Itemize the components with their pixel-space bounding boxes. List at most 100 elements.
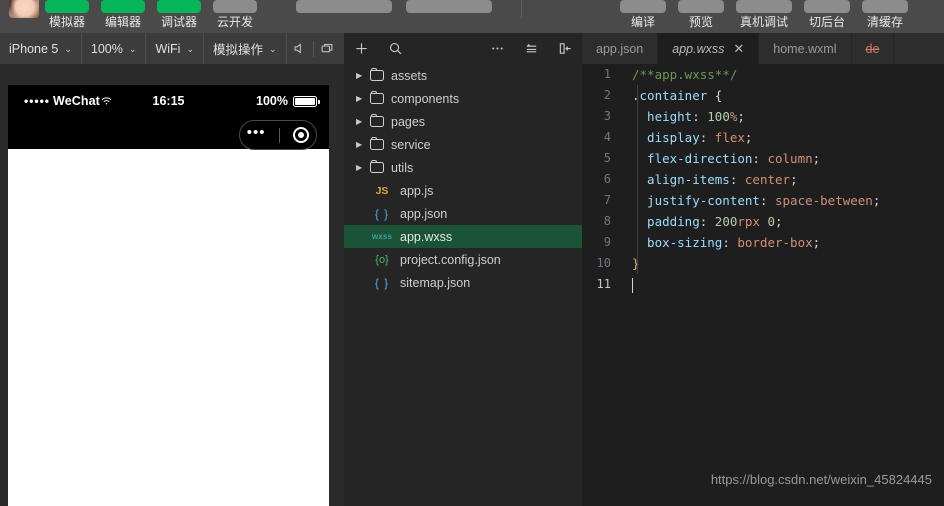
editor-tabbar: app.json app.wxss ✕ home.wxml de [582,33,944,64]
search-icon[interactable] [378,33,412,64]
tree-folder-label: pages [391,114,426,129]
tree-folder-pages[interactable]: ▶ pages [344,110,582,133]
chevron-right-icon[interactable]: ▶ [356,117,370,126]
code-token: 100 [707,109,730,124]
toolbar-button-清缓存[interactable]: 清缓存 [856,0,914,29]
phone-page-content [8,149,329,506]
tree-file-project.config.json[interactable]: {o} project.config.json [344,248,582,271]
outline-icon[interactable] [514,33,548,64]
toolbar-button-label: 模拟器 [48,15,85,29]
chevron-right-icon[interactable]: ▶ [356,163,370,172]
chevron-down-icon: ⌄ [128,44,137,54]
code-token: /**app.wxss**/ [632,67,738,82]
code-token: rpx [737,214,760,229]
simulate-action-value: 模拟操作 [212,43,263,57]
simulator-stage: ••••• WeChat 16:15 100% ••• [0,64,344,506]
toolbar-separator [521,0,522,18]
chevron-down-icon: ⌄ [269,44,277,54]
code-token: : [729,172,745,187]
editor-tab-app.json[interactable]: app.json [582,33,659,64]
code-token: 0 [767,214,776,229]
zoom-select[interactable]: 100% ⌄ [82,33,147,64]
tree-file-app.js[interactable]: JS app.js [344,179,582,202]
toolbar-button-chip [620,0,666,13]
code-token: center [744,172,791,187]
capsule-menu-button[interactable]: ••• [239,120,317,150]
toolbar-button-编译[interactable]: 编译 [614,0,672,29]
add-file-icon[interactable] [344,33,378,64]
toolbar-button-label: 切后台 [808,15,845,29]
toolbar-button-切后台[interactable]: 切后台 [798,0,856,29]
code-token: space-between [775,193,873,208]
code-token: padding [632,214,700,229]
tree-file-app.wxss[interactable]: wxss app.wxss [344,225,582,248]
top-toolbar: 模拟器 编辑器 调试器 云开发 编译 预览 真机调试 切后台 清缓存 [0,0,944,33]
device-select[interactable]: iPhone 5 ⌄ [0,33,82,64]
simulate-action-select[interactable]: 模拟操作 ⌄ [204,33,287,64]
editor-tab-home.wxml[interactable]: home.wxml [759,33,852,64]
close-icon[interactable]: ✕ [733,41,744,57]
code-token: display [632,130,700,145]
code-token: flex [714,130,745,145]
tree-folder-assets[interactable]: ▶ assets [344,64,582,87]
code-token: ; [812,151,821,166]
screen-icon[interactable] [314,33,340,64]
editor-tab-label: app.wxss [672,41,725,56]
toolbar-button-btn1[interactable] [399,0,499,15]
chevron-right-icon[interactable]: ▶ [356,140,370,149]
mute-icon[interactable] [287,33,313,64]
toolbar-button-btn0[interactable] [289,0,399,15]
folder-icon [370,159,384,173]
toolbar-button-chip [213,0,257,13]
chevron-right-icon[interactable]: ▶ [356,71,370,80]
toolbar-button-label: 清缓存 [866,15,903,29]
tree-folder-label: service [391,137,431,152]
more-options-icon[interactable] [480,33,514,64]
battery-icon [293,95,320,107]
code-token: flex-direction [632,151,753,166]
toolbar-button-chip [736,0,792,13]
battery-percent-label: 100% [256,94,288,108]
status-battery-group: 100% [256,94,320,108]
toolbar-button-预览[interactable]: 预览 [672,0,730,29]
code-token: : [759,193,775,208]
line-number: 2 [603,88,611,102]
collapse-panel-icon[interactable] [548,33,582,64]
toolbar-button-label: 编辑器 [104,15,141,29]
editor-tab-de[interactable]: de [852,33,895,64]
chevron-right-icon[interactable]: ▶ [356,94,370,103]
toolbar-button-真机调试[interactable]: 真机调试 [730,0,798,29]
toolbar-button-chip [296,0,392,13]
code-text: box-sizing: border-box; [624,232,820,253]
code-text: display: flex; [624,127,752,148]
file-explorer: ▶ assets ▶ components ▶ pages ▶ service ▶ utils JS… [344,64,582,506]
tree-file-app.json[interactable]: { } app.json [344,202,582,225]
code-line: 11 [582,274,944,295]
folder-icon [370,67,384,81]
phone-nav-bar: ••• [8,117,329,150]
tree-folder-components[interactable]: ▶ components [344,87,582,110]
code-token: ; [872,193,881,208]
code-token: 200 [714,214,738,229]
tree-file-sitemap.json[interactable]: { } sitemap.json [344,271,582,294]
tree-folder-service[interactable]: ▶ service [344,133,582,156]
tree-folder-label: components [391,91,460,106]
network-select[interactable]: WiFi ⌄ [146,33,204,64]
code-token: border-box [737,235,813,250]
toolbar-button-编辑器[interactable]: 编辑器 [95,0,151,29]
toolbar-button-云开发[interactable]: 云开发 [207,0,263,29]
editor-tab-label: de [865,41,880,56]
toolbar-button-调试器[interactable]: 调试器 [151,0,207,29]
line-number: 4 [603,130,611,144]
code-token: : [692,109,708,124]
tree-folder-label: assets [391,68,428,83]
tree-folder-utils[interactable]: ▶ utils [344,156,582,179]
code-editor[interactable]: 1/**app.wxss**/2 .container {3 height: 10… [582,64,944,506]
top-toolbar-right-group: 编译 预览 真机调试 切后台 清缓存 [614,0,914,29]
editor-tab-app.wxss[interactable]: app.wxss ✕ [658,33,760,64]
user-avatar[interactable] [9,0,39,18]
folder-icon [370,113,384,127]
toolbar-button-模拟器[interactable]: 模拟器 [39,0,95,29]
code-token: box-sizing [632,235,723,250]
